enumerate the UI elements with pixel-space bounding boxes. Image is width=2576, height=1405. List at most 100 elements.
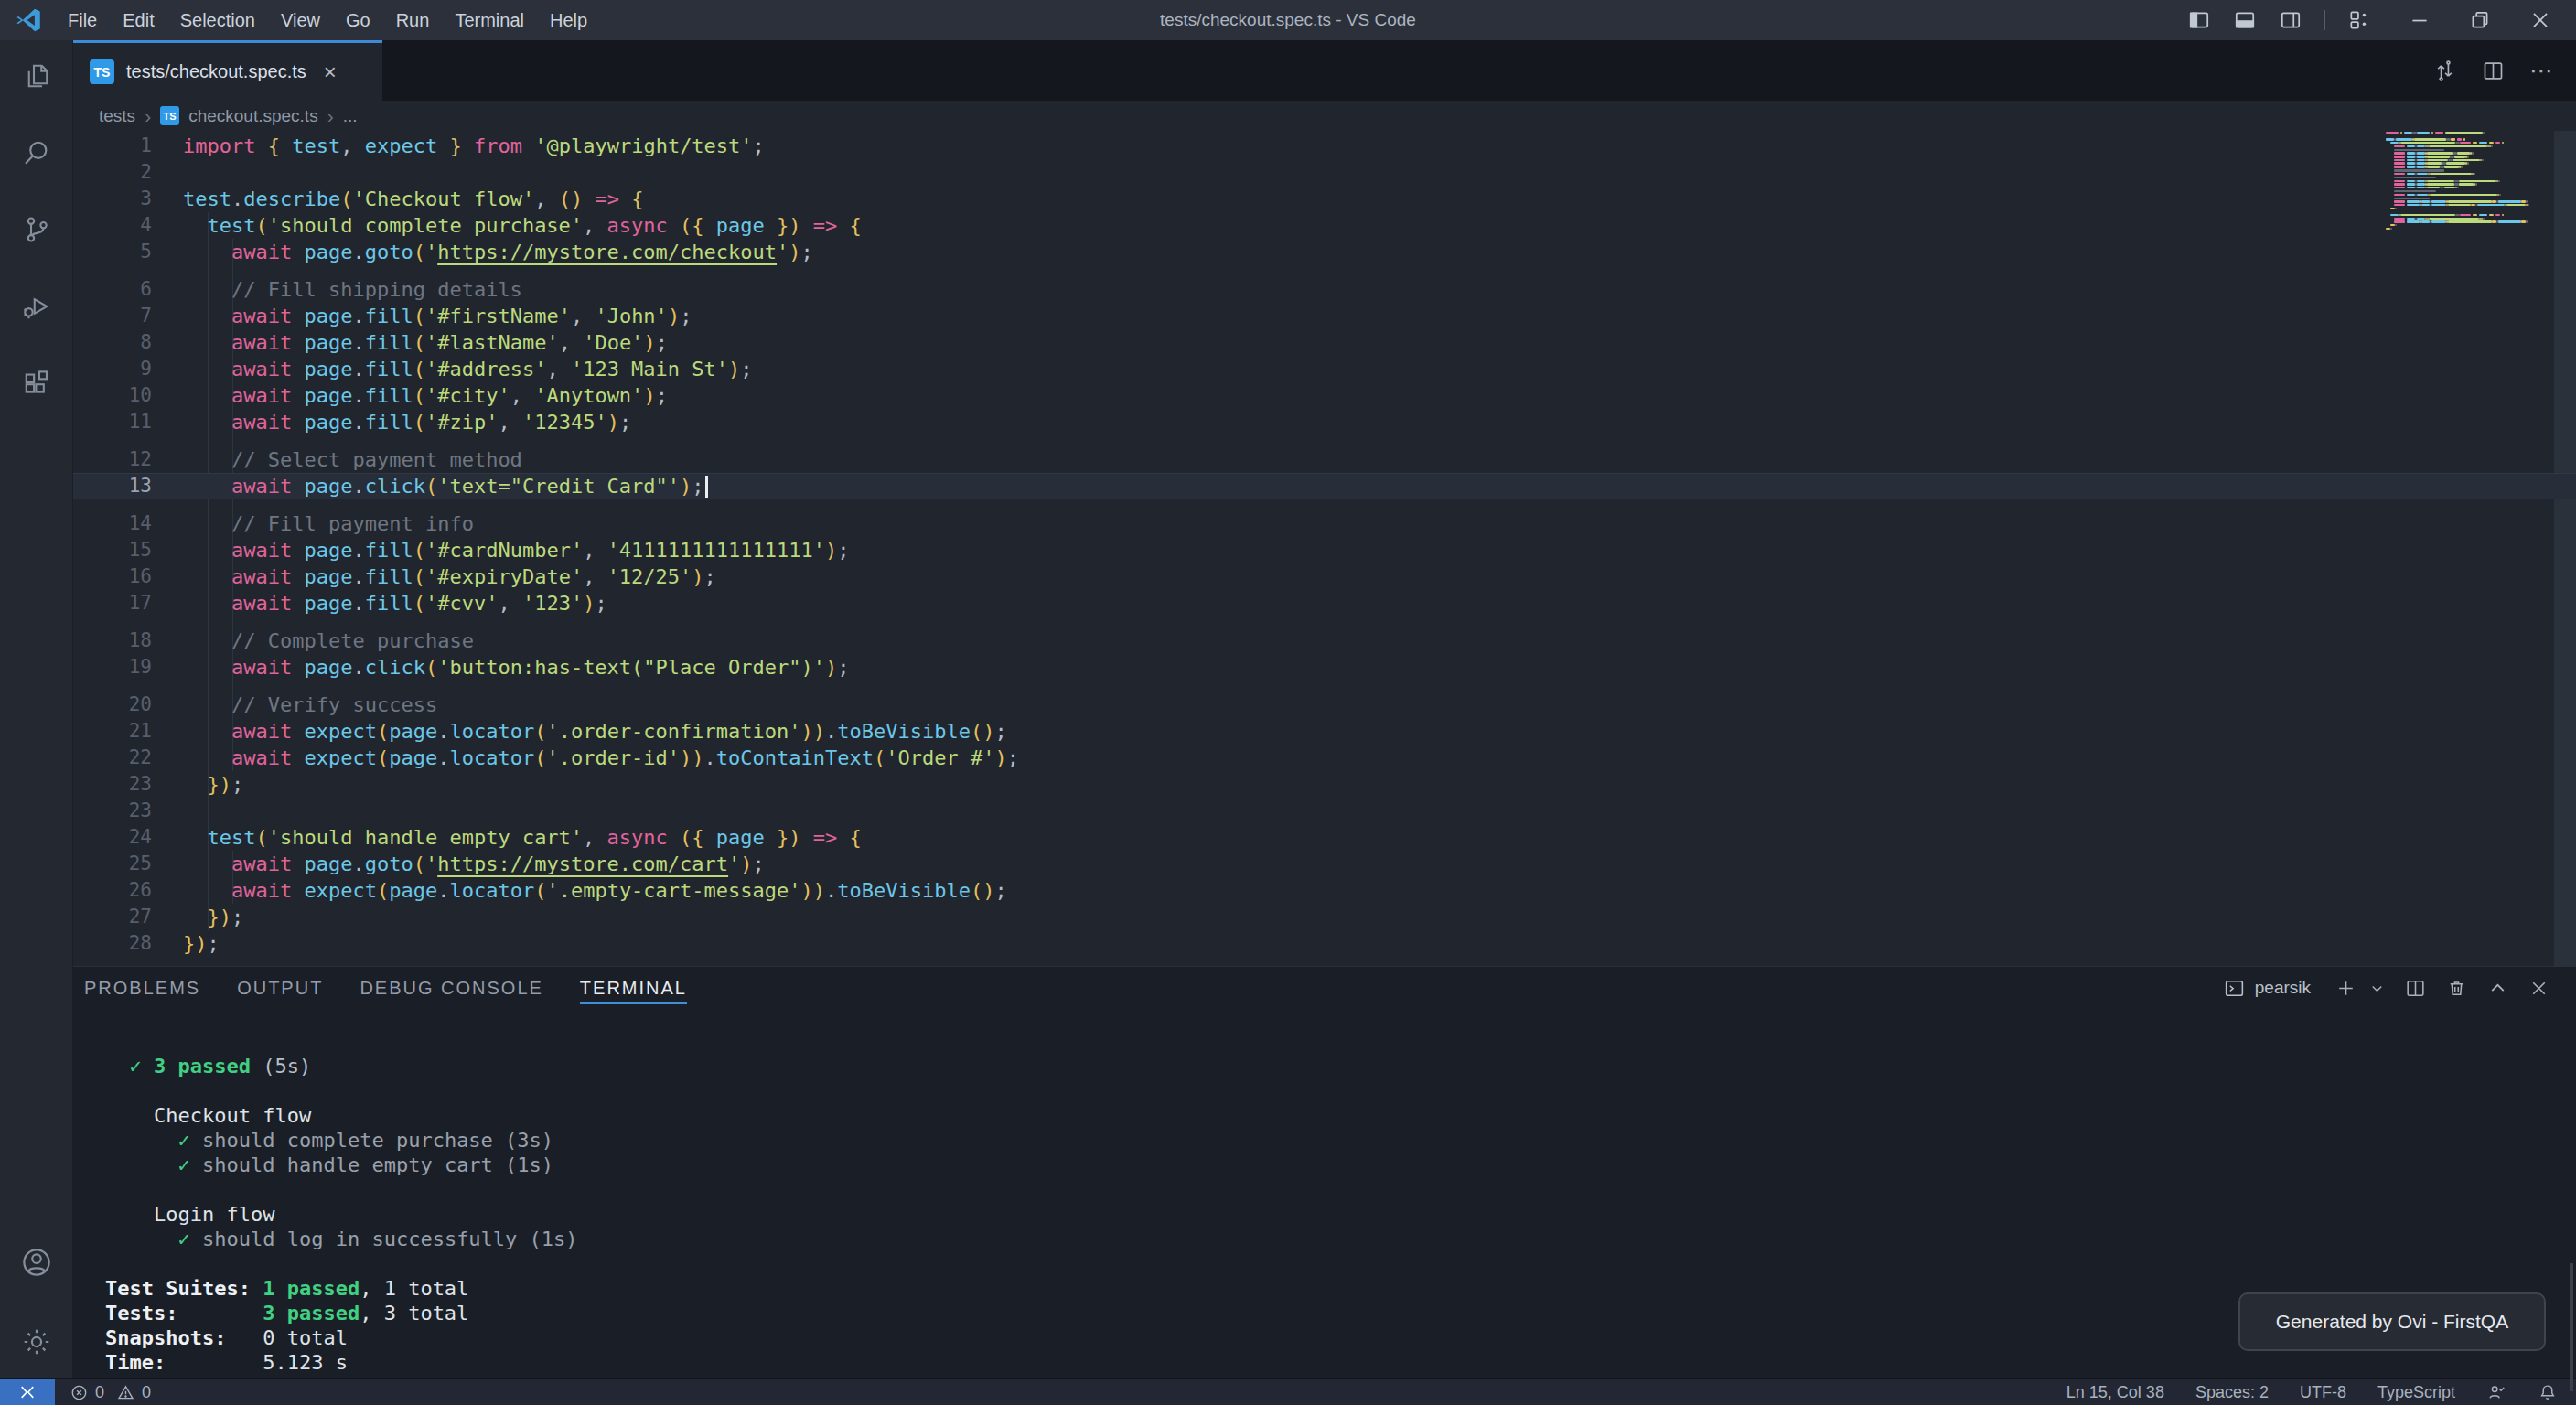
code-line[interactable]: 3test.describe('Checkout flow', () => {: [73, 186, 2576, 212]
menu-view[interactable]: View: [268, 0, 333, 40]
extensions-icon[interactable]: [15, 361, 59, 405]
split-editor-icon[interactable]: [2481, 59, 2506, 83]
code-text: await page.fill('#cardNumber', '41111111…: [183, 537, 850, 563]
code-line[interactable]: 24 test('should handle empty cart', asyn…: [73, 824, 2576, 851]
error-count: 0: [95, 1383, 104, 1402]
maximize-panel-icon[interactable]: [2486, 977, 2509, 1000]
code-line[interactable]: 28});: [73, 930, 2576, 957]
breadcrumb-file[interactable]: checkout.spec.ts: [188, 106, 318, 126]
indentation[interactable]: Spaces: 2: [2195, 1383, 2269, 1402]
breadcrumb-more[interactable]: ...: [343, 106, 358, 126]
language-mode[interactable]: TypeScript: [2377, 1383, 2455, 1402]
menu-run[interactable]: Run: [383, 0, 443, 40]
close-panel-icon[interactable]: [2528, 977, 2550, 1000]
code-line[interactable]: 1import { test, expect } from '@playwrig…: [73, 133, 2576, 159]
encoding[interactable]: UTF-8: [2300, 1383, 2346, 1402]
text-cursor: [705, 476, 708, 498]
tab-checkout-spec[interactable]: TS tests/checkout.spec.ts ×: [73, 40, 382, 101]
code-line[interactable]: 23 });: [73, 771, 2576, 798]
close-window-icon[interactable]: [2528, 8, 2552, 32]
terminal-output[interactable]: ✓ 3 passed (5s) Checkout flow ✓ should c…: [73, 1009, 2576, 1375]
code-text: await page.fill('#firstName', 'John');: [183, 303, 692, 329]
terminal-line: ✓ should log in successfully (1s): [105, 1227, 2576, 1251]
new-terminal-icon[interactable]: [2334, 977, 2357, 1000]
titlebar-controls: [2187, 8, 2576, 32]
minimize-icon[interactable]: [2408, 8, 2431, 32]
panel-scrollbar[interactable]: [2570, 1263, 2573, 1391]
typescript-file-icon-mini: TS: [160, 106, 179, 125]
code-line[interactable]: 9 await page.fill('#address', '123 Main …: [73, 356, 2576, 382]
code-text: await page.fill('#lastName', 'Doe');: [183, 329, 668, 356]
line-number: 15: [73, 537, 152, 563]
line-number: 1: [73, 133, 152, 159]
menu-file[interactable]: File: [55, 0, 110, 40]
status-bar: 0 0 Ln 15, Col 38 Spaces: 2 UTF-8 TypeSc…: [0, 1378, 2576, 1405]
panel-tab-output[interactable]: OUTPUT: [237, 967, 323, 1009]
notifications-bell-icon[interactable]: [2538, 1382, 2558, 1402]
code-line[interactable]: 13 await page.click('text="Credit Card"'…: [73, 473, 2576, 499]
kill-terminal-icon[interactable]: [2445, 977, 2468, 1000]
panel-tab-problems[interactable]: PROBLEMS: [84, 967, 200, 1009]
cursor-position[interactable]: Ln 15, Col 38: [2066, 1383, 2164, 1402]
code-line[interactable]: 4 test('should complete purchase', async…: [73, 212, 2576, 239]
toggle-secondary-sidebar-icon[interactable]: [2279, 8, 2302, 32]
code-text: });: [183, 904, 243, 930]
line-number: 28: [73, 930, 152, 957]
run-and-debug-icon[interactable]: [15, 284, 59, 328]
panel-tab-terminal[interactable]: TERMINAL: [580, 967, 687, 1009]
minimap[interactable]: [2386, 132, 2541, 231]
code-line[interactable]: 21 await expect(page.locator('.order-con…: [73, 718, 2576, 745]
menu-edit[interactable]: Edit: [110, 0, 166, 40]
code-line[interactable]: 20 // Verify success: [73, 692, 2576, 718]
menu-help[interactable]: Help: [537, 0, 600, 40]
menu-go[interactable]: Go: [333, 0, 383, 40]
code-line[interactable]: 2: [73, 159, 2576, 186]
code-line[interactable]: 27 });: [73, 904, 2576, 930]
code-line[interactable]: 10 await page.fill('#city', 'Anytown');: [73, 382, 2576, 409]
code-line[interactable]: 18 // Complete purchase: [73, 627, 2576, 654]
problems-status[interactable]: 0 0: [70, 1383, 151, 1402]
split-terminal-icon[interactable]: [2404, 977, 2427, 1000]
code-line[interactable]: 7 await page.fill('#firstName', 'John');: [73, 303, 2576, 329]
restore-icon[interactable]: [2468, 8, 2492, 32]
code-line[interactable]: 15 await page.fill('#cardNumber', '41111…: [73, 537, 2576, 563]
code-line[interactable]: 5 await page.goto('https://mystore.com/c…: [73, 239, 2576, 265]
menu-terminal[interactable]: Terminal: [442, 0, 537, 40]
terminal-dropdown-icon[interactable]: [2368, 980, 2386, 997]
code-line[interactable]: 11 await page.fill('#zip', '12345');: [73, 409, 2576, 435]
terminal-instance[interactable]: pearsik: [2223, 977, 2311, 1000]
toggle-sidebar-icon[interactable]: [2187, 8, 2211, 32]
account-icon[interactable]: [15, 1240, 59, 1284]
code-editor[interactable]: 1import { test, expect } from '@playwrig…: [73, 131, 2576, 966]
terminal-line: [105, 1078, 2576, 1103]
breadcrumb-folder[interactable]: tests: [99, 106, 135, 126]
titlebar-divider: [2324, 10, 2325, 30]
code-text: await page.fill('#city', 'Anytown');: [183, 382, 668, 409]
code-line[interactable]: 19 await page.click('button:has-text("Pl…: [73, 654, 2576, 681]
source-control-icon[interactable]: [15, 208, 59, 252]
code-line[interactable]: 22 await expect(page.locator('.order-id'…: [73, 745, 2576, 771]
customize-layout-icon[interactable]: [2347, 8, 2371, 32]
explorer-icon[interactable]: [15, 54, 59, 98]
toggle-panel-icon[interactable]: [2233, 8, 2257, 32]
panel-tab-debug-console[interactable]: DEBUG CONSOLE: [360, 967, 542, 1009]
tab-close-icon[interactable]: ×: [324, 61, 337, 83]
line-number: 21: [73, 718, 152, 745]
terminal-line: [105, 1029, 2576, 1054]
code-line[interactable]: 16 await page.fill('#expiryDate', '12/25…: [73, 563, 2576, 590]
breadcrumb: tests › TS checkout.spec.ts › ...: [73, 101, 2576, 131]
search-icon[interactable]: [15, 131, 59, 175]
code-line[interactable]: 26 await expect(page.locator('.empty-car…: [73, 877, 2576, 904]
remote-indicator[interactable]: [0, 1379, 55, 1405]
code-line[interactable]: 6 // Fill shipping details: [73, 276, 2576, 303]
feedback-icon[interactable]: [2486, 1382, 2506, 1402]
settings-gear-icon[interactable]: [15, 1320, 59, 1364]
open-changes-icon[interactable]: [2432, 59, 2457, 83]
code-line[interactable]: 17 await page.fill('#cvv', '123');: [73, 590, 2576, 617]
code-line[interactable]: 25 await page.goto('https://mystore.com/…: [73, 851, 2576, 877]
code-line[interactable]: 12 // Select payment method: [73, 446, 2576, 473]
code-line[interactable]: 8 await page.fill('#lastName', 'Doe');: [73, 329, 2576, 356]
menu-selection[interactable]: Selection: [167, 0, 268, 40]
code-line[interactable]: 14 // Fill payment info: [73, 510, 2576, 537]
code-line[interactable]: 23: [73, 798, 2576, 824]
